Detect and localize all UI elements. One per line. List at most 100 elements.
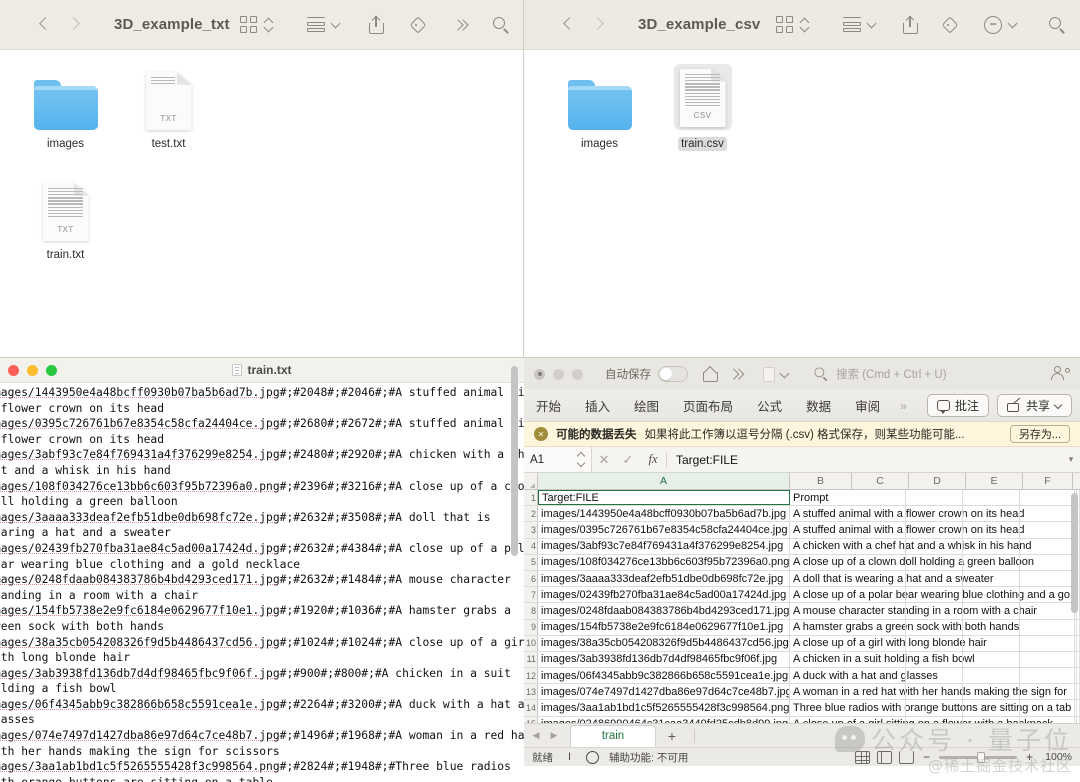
cell-empty[interactable] [1075,717,1080,723]
group-rows-icon[interactable] [843,17,861,32]
more-circle-icon[interactable] [984,16,1002,34]
share-icon[interactable] [369,16,384,34]
row-number[interactable]: 4 [524,539,538,554]
zoom-in-button[interactable]: + [1024,750,1035,764]
cell-prompt[interactable]: A chicken in a suit holding a fish bowl [790,652,1075,667]
chevron-down-icon[interactable] [868,20,877,29]
search-icon[interactable] [1048,16,1066,34]
tab-start[interactable]: 开始 [532,396,573,415]
column-header-b[interactable]: B [790,473,852,489]
table-row[interactable]: 12images/06f4345abb9c382866b658c5591cea1… [524,668,1080,684]
forward-chevron-icon[interactable] [593,19,604,30]
table-row[interactable]: 2images/1443950e4a48bcff0930b07ba5b6ad7b… [524,506,1080,522]
back-chevron-icon[interactable] [564,19,575,30]
cell-empty[interactable] [1075,620,1080,635]
tag-icon[interactable] [942,16,960,34]
back-chevron-icon[interactable] [40,19,51,30]
maximize-button[interactable] [572,369,583,380]
cell-target-file[interactable]: images/1443950e4a48bcff0930b07ba5b6ad7b.… [538,506,790,521]
cell-target-file[interactable]: images/0248fdaab084383786b4bd4293ced171.… [538,603,790,618]
cell-prompt[interactable]: A duck with a hat and glasses [790,668,1075,683]
search-icon[interactable] [492,16,510,34]
column-header-c[interactable]: C [852,473,909,489]
table-row[interactable]: 15images/02486990464c31caa3449fd25cdb8d9… [524,717,1080,723]
cell-prompt[interactable]: Three blue radios with orange buttons ar… [790,700,1075,715]
row-number[interactable]: 3 [524,522,538,537]
cell-target-file[interactable]: images/02486990464c31caa3449fd25cdb8d99.… [538,717,790,723]
minimize-button[interactable] [553,369,564,380]
editor-scrollbar[interactable] [511,366,518,556]
tab-data[interactable]: 数据 [794,396,843,415]
formula-input[interactable]: Target:FILE [667,453,1062,467]
cell-target-file[interactable]: images/02439fb270fba31ae84c5ad00a17424d.… [538,587,790,602]
column-header-a[interactable]: A [538,473,790,489]
chevron-down-icon[interactable] [781,370,790,379]
sort-updown-icon[interactable] [800,17,809,33]
zoom-out-button[interactable]: − [921,750,932,764]
row-number[interactable]: 15 [524,717,538,723]
name-box-stepper-icon[interactable] [577,452,585,467]
column-header-d[interactable]: D [909,473,966,489]
cell-target-file[interactable]: images/154fb5738e2e9fc6184e0629677f10e1.… [538,620,790,635]
cell-prompt[interactable]: A hamster grabs a green sock with both h… [790,620,1075,635]
row-number[interactable]: 14 [524,700,538,715]
sheet-vertical-scrollbar[interactable] [1071,493,1078,613]
cell-prompt[interactable]: A mouse character standing in a room wit… [790,603,1075,618]
file-item-images[interactable]: images [548,64,651,151]
forward-chevron-icon[interactable] [69,19,80,30]
name-box[interactable]: A1 [524,447,592,472]
row-number[interactable]: 2 [524,506,538,521]
home-icon[interactable] [702,367,719,382]
excel-search-field[interactable]: 搜索 (Cmd + Ctrl + U) [812,364,1050,385]
tab-review[interactable]: 审阅 [843,396,892,415]
confirm-edit-icon[interactable]: ✓ [616,452,640,468]
cell-empty[interactable] [1075,668,1080,683]
cancel-edit-icon[interactable]: ✕ [592,452,616,468]
page-layout-view-icon[interactable] [877,751,892,764]
file-item-train-csv[interactable]: CSV train.csv [651,64,754,151]
table-row[interactable]: 6images/3aaaa333deaf2efb51dbe0db698fc72e… [524,571,1080,587]
cell-target-file[interactable]: images/3aaaa333deaf2efb51dbe0db698fc72e.… [538,571,790,586]
grid-view-icon[interactable] [776,16,793,33]
collaborators-icon[interactable] [1050,366,1070,382]
next-sheet-icon[interactable]: ▶ [546,730,562,741]
table-row[interactable]: 11images/3ab3938fd136db7d4df98465fbc9f06… [524,652,1080,668]
cell-empty[interactable] [1075,636,1080,651]
cell-target-file[interactable]: images/06f4345abb9c382866b658c5591cea1e.… [538,668,790,683]
sort-updown-icon[interactable] [264,17,273,33]
row-number[interactable]: 10 [524,636,538,651]
tab-formulas[interactable]: 公式 [745,396,794,415]
cell-empty[interactable] [1075,700,1080,715]
row-number[interactable]: 13 [524,684,538,699]
cell-empty[interactable] [1075,652,1080,667]
row-number[interactable]: 1 [524,490,538,505]
ribbon-overflow-icon[interactable]: » [892,399,915,413]
insert-function-icon[interactable]: fx [640,452,666,467]
prev-sheet-icon[interactable]: ◀ [528,730,544,741]
row-number[interactable]: 12 [524,668,538,683]
tab-page-layout[interactable]: 页面布局 [671,396,745,415]
alert-close-icon[interactable] [534,427,548,441]
table-row[interactable]: 5images/108f034276ce13bb6c603f95b72396a0… [524,555,1080,571]
grid-view-icon[interactable] [240,16,257,33]
cell-target-file[interactable]: images/074e7497d1427dba86e97d64c7ce48b7.… [538,684,790,699]
cell-target-file[interactable]: images/38a35cb054208326f9d5b4486437cd56.… [538,636,790,651]
group-rows-icon[interactable] [307,17,325,32]
column-header-e[interactable]: E [966,473,1023,489]
file-item-images[interactable]: images [14,64,117,151]
page-break-view-icon[interactable] [899,751,914,764]
cell-target-file[interactable]: images/3ab3938fd136db7d4df98465fbc9f06f.… [538,652,790,667]
more-chevrons-icon[interactable] [730,368,745,380]
zoom-slider[interactable] [939,756,1017,759]
cell-target-file[interactable]: images/0395c726761b67e8354c58cfa24404ce.… [538,522,790,537]
cell-prompt[interactable]: A doll that is wearing a hat and a sweat… [790,571,1075,586]
file-item-test-txt[interactable]: TXT test.txt [117,64,220,151]
cell-empty[interactable] [1075,684,1080,699]
row-number[interactable]: 8 [524,603,538,618]
tab-draw[interactable]: 绘图 [622,396,671,415]
select-all-corner[interactable] [524,473,538,489]
table-row[interactable]: 10images/38a35cb054208326f9d5b4486437cd5… [524,636,1080,652]
column-header-f[interactable]: F [1023,473,1073,489]
cell-prompt[interactable]: A close up of a girl sitting on a flower… [790,717,1075,723]
more-chevrons-icon[interactable] [454,18,470,32]
